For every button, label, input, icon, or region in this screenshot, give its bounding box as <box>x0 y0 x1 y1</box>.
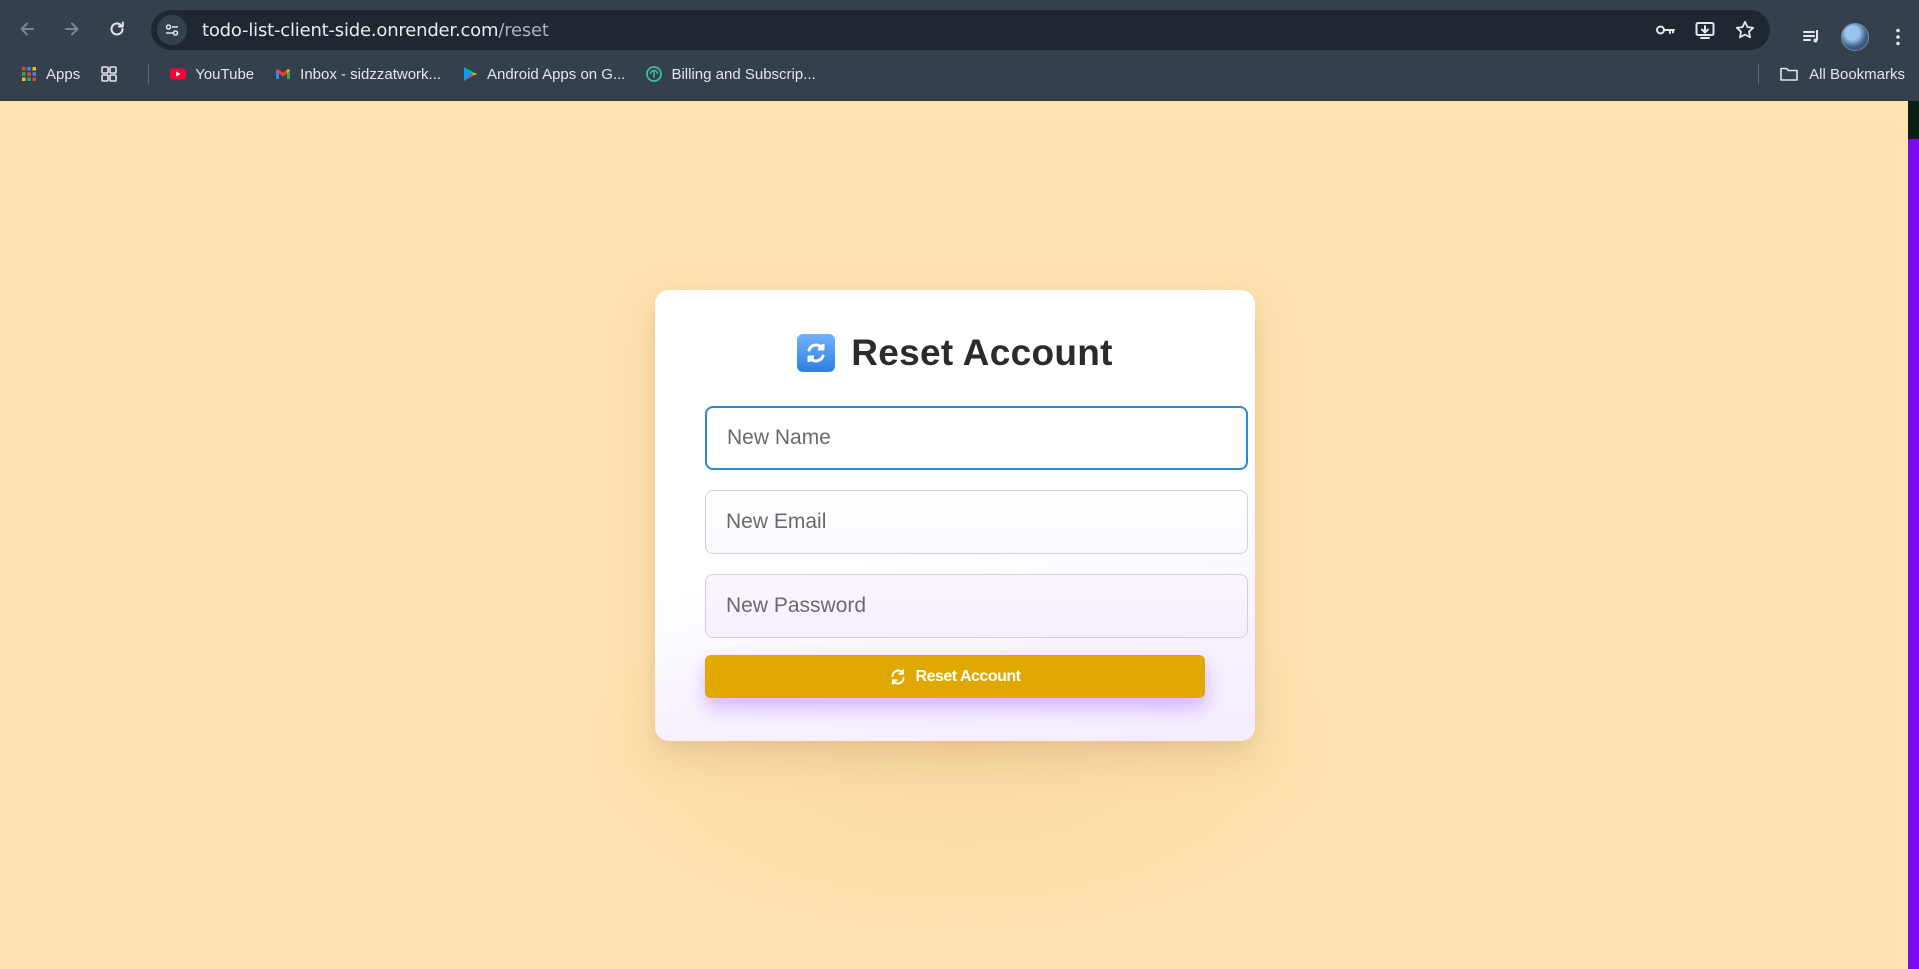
password-key-icon[interactable] <box>1654 19 1676 41</box>
refresh-icon <box>891 668 905 685</box>
bookmarks-divider <box>1758 64 1760 84</box>
url-text: todo-list-client-side.onrender.com/reset <box>202 20 549 41</box>
card-header: Reset Account <box>655 332 1255 374</box>
page-scrollbar[interactable] <box>1908 101 1919 969</box>
new-name-input[interactable] <box>705 406 1248 470</box>
url-path: /reset <box>498 19 549 41</box>
apps-grid-icon <box>20 65 38 83</box>
folder-icon <box>1779 65 1799 83</box>
url-host: todo-list-client-side.onrender.com <box>202 19 499 41</box>
counterclockwise-arrows-icon <box>797 334 836 372</box>
forward-arrow-icon <box>65 22 79 36</box>
bookmark-billing[interactable]: Billing and Subscrip... <box>645 65 816 83</box>
profile-avatar[interactable] <box>1841 23 1869 51</box>
back-arrow-icon <box>20 22 34 36</box>
reset-account-card: Reset Account Reset Account <box>655 290 1255 741</box>
bookmarks-divider <box>148 64 150 84</box>
forward-button[interactable] <box>54 11 90 47</box>
bookmark-label: YouTube <box>195 65 255 83</box>
openai-icon <box>645 65 663 83</box>
bookmark-apps[interactable]: Apps <box>20 65 80 83</box>
reset-account-button[interactable]: Reset Account <box>705 655 1205 698</box>
bookmark-youtube[interactable]: YouTube <box>169 65 254 83</box>
gmail-icon <box>274 65 292 83</box>
tab-groups-button[interactable] <box>100 65 126 83</box>
new-email-input[interactable] <box>705 490 1248 554</box>
reload-icon <box>110 21 124 36</box>
reload-button[interactable] <box>99 11 135 47</box>
install-app-icon[interactable] <box>1694 19 1716 41</box>
scrollbar-top <box>1908 101 1919 139</box>
bookmark-label: Inbox - sidzzatwork... <box>300 65 442 83</box>
new-password-input[interactable] <box>705 574 1248 638</box>
back-button[interactable] <box>9 11 45 47</box>
all-bookmarks-label: All Bookmarks <box>1809 65 1905 83</box>
bookmark-label: Android Apps on G... <box>487 65 626 83</box>
address-bar[interactable]: todo-list-client-side.onrender.com/reset <box>151 10 1770 50</box>
bookmark-star-icon[interactable] <box>1734 19 1756 41</box>
bookmark-gmail-inbox[interactable]: Inbox - sidzzatwork... <box>274 65 441 83</box>
more-menu-icon[interactable] <box>1887 26 1909 48</box>
reset-account-button-label: Reset Account <box>915 667 1021 685</box>
media-queue-icon[interactable] <box>1801 26 1823 48</box>
browser-right-actions <box>1801 16 1909 58</box>
youtube-icon <box>169 65 187 83</box>
tab-groups-icon <box>100 65 118 83</box>
address-bar-actions <box>1654 10 1756 50</box>
tune-icon <box>165 24 179 36</box>
browser-toolbar: todo-list-client-side.onrender.com/reset <box>0 8 1919 51</box>
all-bookmarks[interactable]: All Bookmarks <box>1758 60 1905 88</box>
bookmark-google-play[interactable]: Android Apps on G... <box>461 65 625 83</box>
google-play-icon <box>461 65 479 83</box>
bookmarks-bar: Apps YouTube Inbox - sidzzatwork... Andr… <box>0 60 1919 88</box>
browser-chrome: todo-list-client-side.onrender.com/reset <box>0 0 1919 101</box>
bookmark-label: Apps <box>46 65 81 83</box>
site-info-button[interactable] <box>157 15 187 45</box>
page-title: Reset Account <box>851 332 1113 373</box>
bookmark-label: Billing and Subscrip... <box>671 65 816 83</box>
